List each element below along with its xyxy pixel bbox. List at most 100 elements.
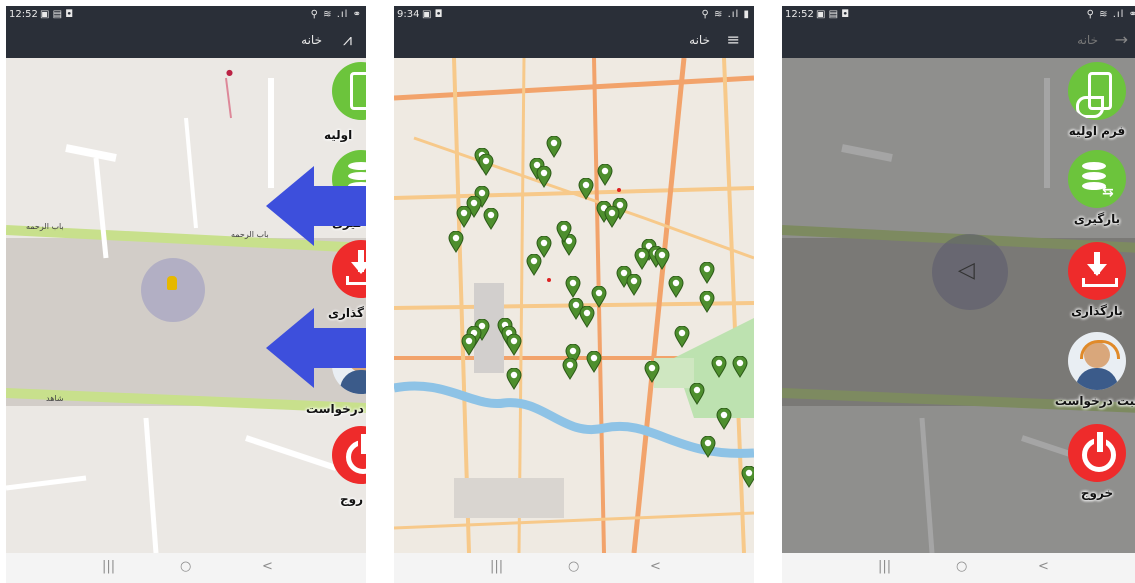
map-location-pin[interactable] [689, 382, 705, 405]
recents-button[interactable]: ||| [878, 559, 891, 574]
database-sync-icon: ⇆ [1068, 150, 1126, 208]
map-location-pin[interactable] [456, 205, 472, 228]
status-notification-icons: ▣ ◘ [422, 9, 443, 20]
home-button[interactable]: ○ [180, 559, 191, 574]
swipe-left-arrow-icon [266, 166, 366, 246]
menu-item-upload[interactable]: بارگذاری [1052, 242, 1135, 318]
back-button[interactable]: < [1038, 559, 1049, 574]
home-button[interactable]: ○ [568, 559, 579, 574]
map-location-pin[interactable] [579, 305, 595, 328]
recents-button[interactable]: ||| [102, 559, 115, 574]
back-button[interactable]: < [262, 559, 273, 574]
phone-hand-icon [332, 62, 366, 120]
status-system-icons: ⚲ ≋ .ıl ⚭ [1086, 9, 1135, 20]
menu-item-download[interactable]: ⇆ بارگیری [1052, 150, 1135, 226]
map-location-pin[interactable] [699, 290, 715, 313]
map-location-pin[interactable] [597, 163, 613, 186]
map-location-pin[interactable] [526, 253, 542, 276]
sort-icon[interactable]: ⩘ [343, 30, 352, 50]
recents-button[interactable]: ||| [490, 559, 503, 574]
system-nav-bar: ||| ○ < [782, 553, 1135, 583]
map-location-pin[interactable] [562, 357, 578, 380]
location-accuracy-circle: ◁ [932, 234, 1008, 310]
phone-screen-1: 12:52 ▣ ▤ ◘ ⚲ ≋ .ıl ⚭ خانه ⩘ ● باب الرحم… [6, 6, 366, 583]
swipe-left-arrow-icon [266, 308, 366, 388]
phone-screen-2: 9:34 ▣ ◘ ⚲ ≋ .ıl ▮ خانه ≡ ||| ○ < [394, 6, 754, 583]
map-location-pin[interactable] [536, 165, 552, 188]
power-icon [332, 426, 366, 484]
map-location-pin[interactable] [546, 135, 562, 158]
map-location-pin[interactable] [716, 407, 732, 430]
app-bar: خانه ≡ [394, 24, 754, 58]
menu-item-initial-form[interactable]: فرم اولیه [1052, 62, 1135, 138]
status-notification-icons: ▣ ▤ ◘ [816, 9, 850, 20]
map-location-pin[interactable] [578, 177, 594, 200]
map-location-pin[interactable] [461, 333, 477, 356]
map-location-pin[interactable] [741, 465, 754, 488]
status-time: 12:52 [9, 9, 38, 20]
menu-item-upload[interactable]: گذاری [316, 240, 366, 320]
menu-label: بارگذاری [1071, 304, 1123, 318]
map-street-label: شاهد [46, 394, 64, 403]
status-time: 12:52 [785, 9, 814, 20]
menu-label: فرم اولیه [1068, 124, 1126, 138]
user-person-icon [167, 276, 177, 290]
back-button[interactable]: < [650, 559, 661, 574]
map-location-pin[interactable] [654, 247, 670, 270]
header-title: خانه [301, 33, 322, 47]
map-poi-label: ● [226, 68, 233, 77]
map-location-pin[interactable] [699, 261, 715, 284]
map-street-label: باب الرحمه [231, 230, 269, 239]
map-location-pin[interactable] [556, 220, 572, 243]
map-view[interactable]: ● باب الرحمه باب الرحمه شاهد اولیه گیری [6, 58, 366, 553]
menu-label: درخواست [306, 402, 364, 416]
forward-arrow-icon[interactable]: → [1115, 30, 1128, 49]
hamburger-menu-icon[interactable]: ≡ [727, 30, 740, 49]
phone-screen-3: 12:52 ▣ ▤ ◘ ⚲ ≋ .ıl ⚭ خانه → ◁ ||| ○ < ف… [782, 6, 1135, 583]
menu-label: خروج [1080, 486, 1114, 500]
support-agent-icon [1068, 332, 1126, 390]
map-location-pin[interactable] [674, 325, 690, 348]
status-bar: 9:34 ▣ ◘ ⚲ ≋ .ıl ▮ [394, 6, 754, 24]
download-tray-icon [1068, 242, 1126, 300]
menu-label: روج [340, 492, 364, 506]
location-accuracy-circle [141, 258, 205, 322]
menu-label: بارگیری [1073, 212, 1121, 226]
map-location-pin[interactable] [732, 355, 748, 378]
map-location-pin[interactable] [483, 207, 499, 230]
map-location-pin[interactable] [644, 360, 660, 383]
app-bar: خانه ⩘ [6, 24, 366, 58]
app-bar: خانه → [782, 24, 1135, 58]
header-title: خانه [689, 33, 710, 47]
status-notification-icons: ▣ ▤ ◘ [40, 9, 74, 20]
map-location-pin[interactable] [626, 273, 642, 296]
map-location-pin[interactable] [506, 333, 522, 356]
map-location-pin[interactable] [448, 230, 464, 253]
menu-item-initial-form[interactable]: اولیه [316, 62, 366, 142]
map-location-pin[interactable] [478, 153, 494, 176]
menu-item-request[interactable]: ثبت درخواست [1052, 332, 1135, 408]
map-location-pin[interactable] [604, 205, 620, 228]
menu-item-exit[interactable]: روج [316, 426, 366, 506]
map-location-pin[interactable] [586, 350, 602, 373]
map-street-label: باب الرحمه [26, 222, 64, 231]
status-system-icons: ⚲ ≋ .ıl ⚭ [310, 9, 362, 20]
header-title: خانه [1077, 33, 1098, 47]
map-location-pin[interactable] [711, 355, 727, 378]
map-location-pin[interactable] [506, 367, 522, 390]
map-location-pin[interactable] [668, 275, 684, 298]
menu-item-exit[interactable]: خروج [1052, 424, 1135, 500]
map-location-pin[interactable] [700, 435, 716, 458]
home-button[interactable]: ○ [956, 559, 967, 574]
map-location-pin[interactable] [565, 275, 581, 298]
navigation-arrow-icon: ◁ [958, 258, 975, 283]
menu-label: ثبت درخواست [1054, 394, 1135, 408]
system-nav-bar: ||| ○ < [394, 553, 754, 583]
map-view[interactable] [394, 58, 754, 553]
map-location-pin[interactable] [634, 247, 650, 270]
map-location-pin[interactable] [591, 285, 607, 308]
system-nav-bar: ||| ○ < [6, 553, 366, 583]
status-bar: 12:52 ▣ ▤ ◘ ⚲ ≋ .ıl ⚭ [782, 6, 1135, 24]
phone-hand-icon [1068, 62, 1126, 120]
status-system-icons: ⚲ ≋ .ıl ▮ [701, 9, 750, 20]
